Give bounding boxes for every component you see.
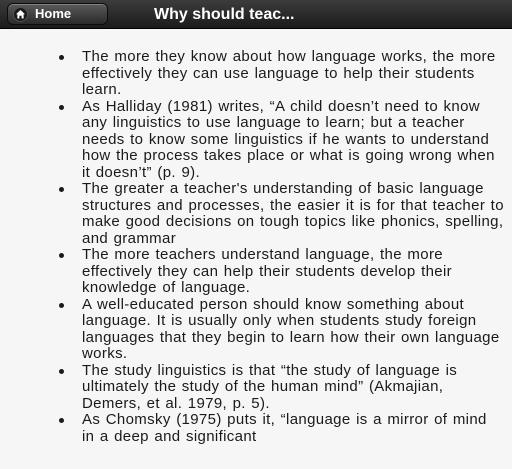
list-item-text: A well-educated person should know somet… — [82, 295, 500, 362]
list-item: A well-educated person should know somet… — [58, 295, 504, 363]
list-item-text: As Halliday (1981) writes, “A child does… — [82, 97, 495, 181]
header-bar: Home Why should teac... — [0, 0, 512, 29]
bullet-dot-icon — [59, 253, 64, 258]
list-item: As Chomsky (1975) puts it, “language is … — [58, 411, 504, 445]
list-item: The more they know about how language wo… — [58, 48, 504, 99]
home-button-label: Home — [35, 6, 72, 21]
home-button[interactable]: Home — [7, 3, 108, 25]
list-item-text: The more teachers understand language, t… — [82, 246, 452, 296]
list-item: The study linguistics is that “the study… — [58, 361, 504, 413]
bullet-dot-icon — [59, 187, 64, 192]
list-item: As Halliday (1981) writes, “A child does… — [58, 97, 504, 182]
list-item: The greater a teacher's understanding of… — [58, 180, 504, 247]
bullet-dot-icon — [59, 104, 64, 110]
list-item-text: The greater a teacher's understanding of… — [82, 180, 504, 247]
home-icon — [13, 7, 28, 22]
list-item-text: As Chomsky (1975) puts it, “language is … — [82, 411, 487, 445]
bullet-dot-icon — [59, 55, 64, 60]
bullet-dot-icon — [59, 302, 64, 308]
bullet-dot-icon — [59, 418, 64, 423]
page-title: Why should teac... — [154, 6, 295, 23]
list-item-text: The study linguistics is that “the study… — [82, 361, 458, 412]
list-item: The more teachers understand language, t… — [58, 246, 504, 297]
content-area[interactable]: The more they know about how language wo… — [0, 30, 512, 469]
bullet-list: The more they know about how language wo… — [58, 48, 504, 445]
app-screen: Home Why should teac... The more they kn… — [0, 0, 512, 469]
list-item-text: The more they know about how language wo… — [82, 48, 496, 98]
bullet-dot-icon — [59, 368, 64, 374]
